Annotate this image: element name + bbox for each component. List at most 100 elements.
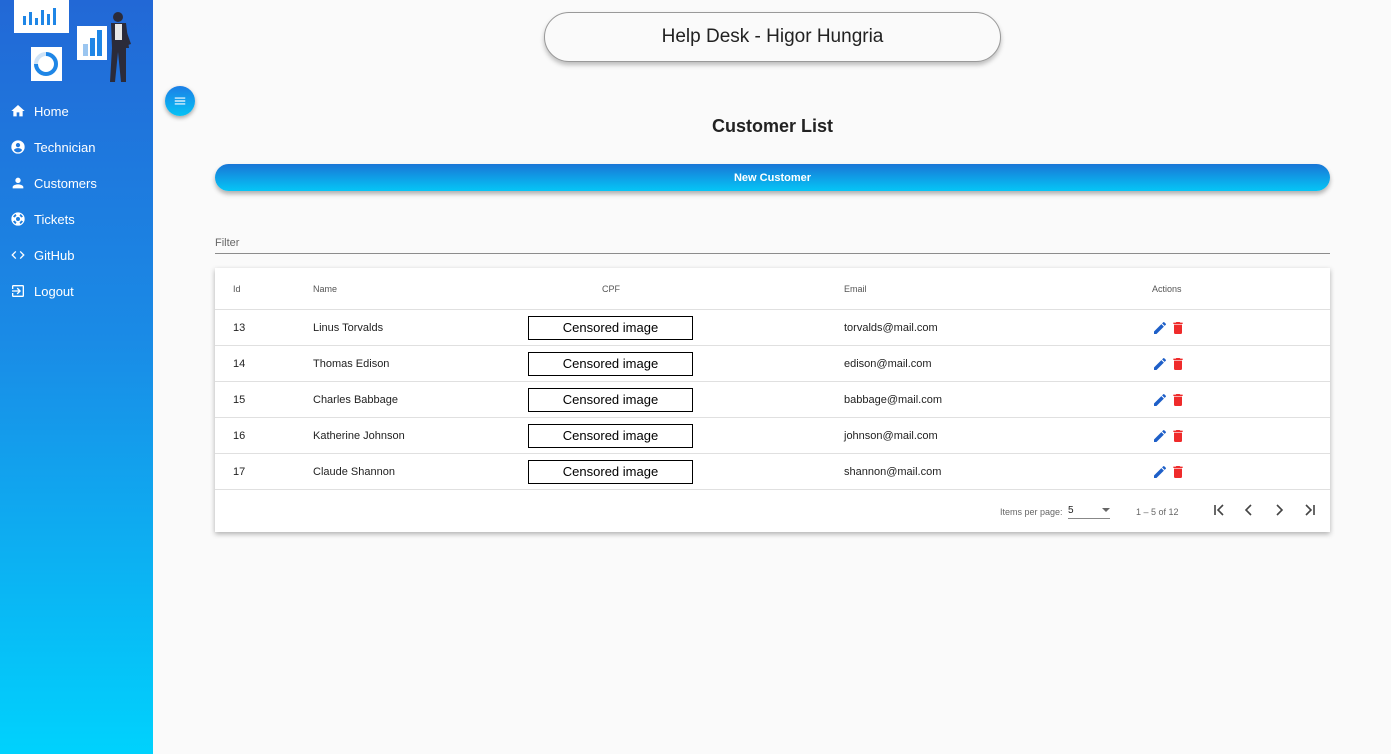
cell-id: 15 — [233, 393, 246, 406]
sidebar: Home Technician Customers Tickets GitHub… — [0, 0, 153, 754]
edit-button[interactable] — [1152, 464, 1168, 480]
dashboard-illustration — [14, 0, 131, 82]
menu-toggle-button[interactable] — [165, 86, 195, 116]
cell-email: babbage@mail.com — [844, 393, 942, 406]
header-email[interactable]: Email — [844, 268, 867, 309]
last-page-icon — [1305, 504, 1315, 516]
hamburger-icon — [174, 97, 186, 105]
sidebar-item-label: Customers — [34, 175, 97, 191]
pencil-icon — [1154, 465, 1166, 478]
cell-email: shannon@mail.com — [844, 465, 942, 478]
censored-cpf: Censored image — [528, 387, 693, 412]
header-name[interactable]: Name — [313, 268, 337, 309]
first-page-icon — [1214, 504, 1224, 516]
cell-cpf: Censored image — [528, 454, 693, 489]
sidebar-item-customers[interactable]: Customers — [0, 165, 153, 201]
dropdown-arrow-icon — [1102, 508, 1110, 512]
trash-icon — [1173, 393, 1183, 406]
censored-cpf: Censored image — [528, 459, 693, 484]
trash-icon — [1173, 321, 1183, 334]
cell-cpf: Censored image — [528, 346, 693, 381]
trash-icon — [1173, 357, 1183, 370]
sidebar-nav: Home Technician Customers Tickets GitHub… — [0, 93, 153, 309]
sidebar-item-label: GitHub — [34, 247, 75, 263]
filter-field — [215, 233, 1330, 254]
lifebuoy-icon — [11, 212, 25, 226]
cell-actions — [1152, 382, 1188, 417]
sidebar-item-home[interactable]: Home — [0, 93, 153, 129]
first-page-button[interactable] — [1212, 502, 1228, 518]
person-icon — [12, 177, 24, 189]
cell-actions — [1152, 454, 1188, 489]
account-circle-icon — [11, 140, 25, 154]
table-row: 16 Katherine Johnson Censored image john… — [215, 418, 1330, 454]
delete-button[interactable] — [1170, 320, 1186, 336]
cell-cpf: Censored image — [528, 310, 693, 345]
next-page-button[interactable] — [1271, 502, 1287, 518]
header-id[interactable]: Id — [233, 268, 241, 309]
previous-page-button[interactable] — [1241, 502, 1257, 518]
edit-button[interactable] — [1152, 428, 1168, 444]
table-row: 17 Claude Shannon Censored image shannon… — [215, 454, 1330, 490]
cell-name: Linus Torvalds — [313, 321, 384, 334]
cell-actions — [1152, 346, 1188, 381]
cell-name: Claude Shannon — [313, 465, 395, 478]
sidebar-item-logout[interactable]: Logout — [0, 273, 153, 309]
delete-button[interactable] — [1170, 428, 1186, 444]
censored-cpf: Censored image — [528, 351, 693, 376]
pencil-icon — [1154, 429, 1166, 442]
delete-button[interactable] — [1170, 392, 1186, 408]
cell-cpf: Censored image — [528, 418, 693, 453]
cell-email: johnson@mail.com — [844, 429, 938, 442]
pencil-icon — [1154, 393, 1166, 406]
trash-icon — [1173, 465, 1183, 478]
delete-button[interactable] — [1170, 464, 1186, 480]
sidebar-item-technician[interactable]: Technician — [0, 129, 153, 165]
chevron-left-icon — [1244, 504, 1252, 516]
cell-name: Thomas Edison — [313, 357, 390, 370]
censored-cpf: Censored image — [528, 315, 693, 340]
edit-button[interactable] — [1152, 356, 1168, 372]
cell-name: Katherine Johnson — [313, 429, 405, 442]
cell-id: 16 — [233, 429, 246, 442]
header-actions: Actions — [1152, 283, 1182, 294]
table-row: 15 Charles Babbage Censored image babbag… — [215, 382, 1330, 418]
pencil-icon — [1154, 321, 1166, 334]
edit-button[interactable] — [1152, 320, 1168, 336]
items-per-page-label: Items per page: — [1000, 507, 1063, 517]
sidebar-item-tickets[interactable]: Tickets — [0, 201, 153, 237]
table-row: 14 Thomas Edison Censored image edison@m… — [215, 346, 1330, 382]
cell-cpf: Censored image — [528, 382, 693, 417]
header-cpf[interactable]: CPF — [602, 268, 620, 309]
cell-id: 17 — [233, 465, 246, 478]
page-title: Customer List — [711, 116, 834, 136]
last-page-button[interactable] — [1301, 502, 1317, 518]
page-size-value: 5 — [1068, 504, 1074, 516]
logout-icon — [12, 285, 24, 297]
app-title: Help Desk - Higor Hungria — [544, 12, 1001, 62]
sidebar-item-label: Tickets — [34, 211, 75, 227]
cell-id: 14 — [233, 357, 246, 370]
code-icon — [11, 251, 25, 259]
table-row: 13 Linus Torvalds Censored image torvald… — [215, 310, 1330, 346]
home-icon — [11, 105, 25, 117]
sidebar-item-label: Home — [34, 103, 69, 119]
page-range-label: 1 – 5 of 12 — [1136, 507, 1179, 517]
sidebar-item-label: Technician — [34, 139, 96, 155]
censored-cpf: Censored image — [528, 423, 693, 448]
delete-button[interactable] — [1170, 356, 1186, 372]
filter-input[interactable] — [215, 234, 1330, 252]
sidebar-item-label: Logout — [34, 283, 74, 299]
table-header-row: Id Name CPF Email Actions — [215, 268, 1330, 310]
customer-table: Id Name CPF Email Actions 13 Linus Torva… — [215, 268, 1330, 532]
cell-email: edison@mail.com — [844, 357, 932, 370]
sidebar-item-github[interactable]: GitHub — [0, 237, 153, 273]
page-size-select[interactable]: 5 — [1068, 502, 1110, 519]
pencil-icon — [1154, 357, 1166, 370]
trash-icon — [1173, 429, 1183, 442]
cell-name: Charles Babbage — [313, 393, 399, 406]
chevron-right-icon — [1276, 504, 1284, 516]
edit-button[interactable] — [1152, 392, 1168, 408]
new-customer-button[interactable]: New Customer — [215, 164, 1330, 191]
cell-actions — [1152, 310, 1188, 345]
